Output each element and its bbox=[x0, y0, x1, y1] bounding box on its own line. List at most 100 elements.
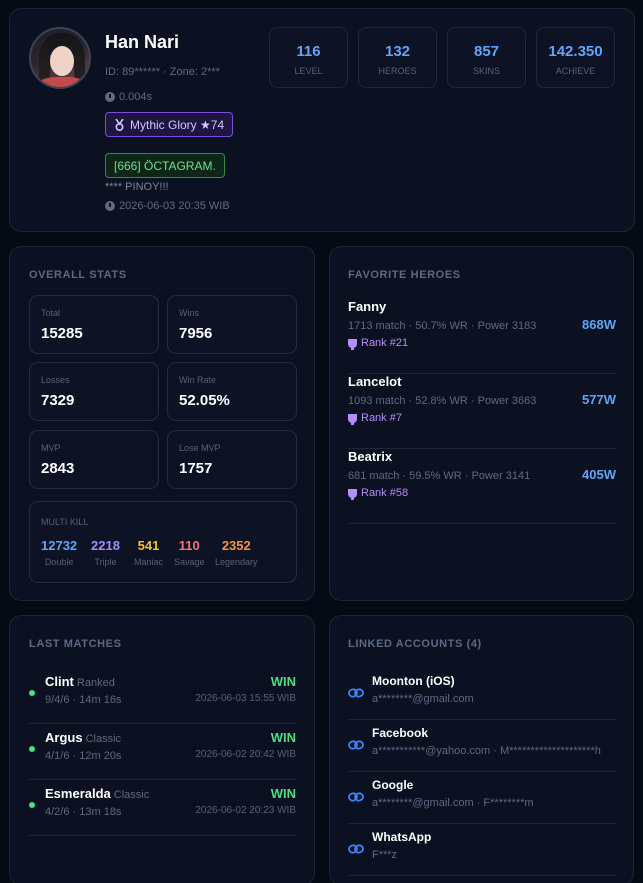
section-title: OVERALL STATS bbox=[29, 269, 127, 281]
hero-power: 405W bbox=[582, 467, 616, 482]
match-kda: 4/2/6 · 13m 18s bbox=[45, 806, 122, 818]
match-kda: 9/4/6 · 14m 16s bbox=[45, 694, 122, 706]
multi-kill-label: Double bbox=[44, 557, 74, 567]
hero-rank-label: Rank #21 bbox=[361, 337, 409, 349]
section-title: LINKED ACCOUNTS (4) bbox=[348, 638, 482, 650]
profile-card: Han Nari ID: 89****** · Zone: 2*** 0.004… bbox=[9, 8, 635, 232]
linked-account-row[interactable]: Moonton (iOS) a********@gmail.com bbox=[348, 668, 616, 720]
hero-row[interactable]: Fanny 1713 match · 50.7% WR · Power 3183… bbox=[348, 299, 616, 374]
linked-account-name: Moonton (iOS) bbox=[372, 674, 455, 688]
rank-badge: Mythic Glory ★74 bbox=[105, 112, 234, 137]
clock-icon bbox=[105, 201, 115, 211]
win-dot-icon bbox=[29, 746, 35, 752]
multi-kill-value: 2218 bbox=[91, 538, 120, 553]
multi-kill-savage: 110 Savage bbox=[174, 538, 205, 567]
linked-account-name: Google bbox=[372, 778, 414, 792]
load-time: 0.004s bbox=[105, 91, 152, 103]
match-hero: Esmeralda Classic bbox=[45, 786, 149, 801]
multi-kill-box: MULTI KILL 12732 Double 2218 Triple 541 … bbox=[29, 501, 297, 583]
hero-row[interactable]: Beatrix 681 match · 59.5% WR · Power 314… bbox=[348, 449, 616, 524]
multi-kill-legendary: 2352 Legendary bbox=[215, 538, 258, 567]
multi-kill-triple: 2218 Triple bbox=[91, 538, 120, 567]
avatar[interactable] bbox=[29, 27, 91, 89]
section-title: LAST MATCHES bbox=[29, 638, 122, 650]
linked-account-row[interactable]: Google a********@gmail.com · F********m bbox=[348, 772, 616, 824]
match-kda: 4/1/6 · 12m 20s bbox=[45, 750, 122, 762]
multi-kill-value: 110 bbox=[178, 538, 200, 553]
updated-time: 2026-06-03 20:35 WIB bbox=[105, 200, 230, 212]
match-hero: Clint Ranked bbox=[45, 674, 115, 689]
stat-box-value: 52.05% bbox=[179, 392, 230, 409]
stat-box-value: 15285 bbox=[41, 325, 83, 342]
match-result: WIN bbox=[270, 730, 296, 745]
multi-kill-label: Triple bbox=[94, 557, 117, 567]
hero-info: 681 match · 59.5% WR · Power 3141 bbox=[348, 470, 531, 482]
stat-value: 132 bbox=[384, 43, 411, 60]
hero-name: Fanny bbox=[348, 299, 387, 314]
win-dot-icon bbox=[29, 690, 35, 696]
stat-label: SKINS bbox=[472, 66, 500, 76]
stat-box-win-rate: Win Rate 52.05% bbox=[167, 362, 297, 421]
match-date: 2026-06-02 20:23 WIB bbox=[195, 805, 296, 816]
stat-box-value: 2843 bbox=[41, 460, 75, 477]
stat-box-label: Total bbox=[41, 308, 61, 318]
stat-box-label: Losses bbox=[41, 375, 70, 385]
match-mode: Classic bbox=[113, 789, 150, 801]
multi-kill-value: 2352 bbox=[221, 538, 251, 553]
medal-icon bbox=[115, 118, 124, 131]
link-icon bbox=[348, 844, 364, 854]
load-time-value: 0.004s bbox=[119, 91, 153, 103]
match-row[interactable]: Esmeralda Classic 4/2/6 · 13m 18s WIN 202… bbox=[28, 780, 296, 836]
hero-power: 868W bbox=[582, 317, 616, 332]
win-dot-icon bbox=[29, 802, 35, 808]
updated-time-value: 2026-06-03 20:35 WIB bbox=[119, 200, 230, 212]
stat-box-mvp: MVP 2843 bbox=[29, 430, 159, 489]
match-date: 2026-06-02 20:42 WIB bbox=[195, 749, 296, 760]
match-result: WIN bbox=[270, 786, 296, 801]
player-bio: **** PINOY!!! bbox=[105, 181, 169, 193]
avatar-face bbox=[50, 46, 74, 76]
stat-box-value: 1757 bbox=[179, 460, 213, 477]
section-title: FAVORITE HEROES bbox=[348, 269, 461, 281]
link-icon bbox=[348, 792, 364, 802]
link-icon bbox=[348, 740, 364, 750]
stat-box-value: 7956 bbox=[179, 325, 213, 342]
match-mode: Ranked bbox=[76, 677, 115, 689]
stat-heroes: 132 HEROES bbox=[358, 27, 437, 88]
trophy-icon bbox=[348, 488, 357, 500]
favorite-heroes-card: FAVORITE HEROES Fanny 1713 match · 50.7%… bbox=[329, 246, 634, 601]
hero-rank: Rank #7 bbox=[348, 412, 402, 425]
linked-account-detail: a********@gmail.com · F********m bbox=[372, 797, 534, 809]
hero-rank-label: Rank #58 bbox=[361, 487, 409, 499]
stat-box-total: Total 15285 bbox=[29, 295, 159, 354]
stat-box-value: 7329 bbox=[41, 392, 75, 409]
linked-account-detail: a***********@yahoo.com · M**************… bbox=[372, 745, 601, 757]
hero-rank: Rank #58 bbox=[348, 487, 409, 500]
hero-row[interactable]: Lancelot 1093 match · 52.8% WR · Power 3… bbox=[348, 374, 616, 449]
multi-kill-label: Maniac bbox=[134, 557, 164, 567]
avatar-shirt bbox=[37, 77, 87, 87]
player-id-zone: ID: 89****** · Zone: 2*** bbox=[105, 66, 220, 78]
linked-account-row[interactable]: Facebook a***********@yahoo.com · M*****… bbox=[348, 720, 616, 772]
hero-rank-label: Rank #7 bbox=[361, 412, 402, 424]
match-hero: Argus Classic bbox=[45, 730, 121, 745]
match-row[interactable]: Clint Ranked 9/4/6 · 14m 16s WIN 2026-06-… bbox=[28, 668, 296, 724]
stat-label: HEROES bbox=[378, 66, 417, 76]
multi-kill-label: Legendary bbox=[215, 557, 258, 567]
linked-account-name: WhatsApp bbox=[372, 830, 432, 844]
stat-box-losses: Losses 7329 bbox=[29, 362, 159, 421]
stat-box-label: Wins bbox=[179, 308, 199, 318]
hero-name: Beatrix bbox=[348, 449, 393, 464]
match-hero-name: Clint bbox=[45, 674, 74, 689]
link-icon bbox=[348, 688, 364, 698]
stat-value: 857 bbox=[473, 43, 500, 60]
stat-value: 116 bbox=[296, 43, 321, 60]
stat-box-label: MVP bbox=[41, 443, 61, 453]
multi-kill-value: 12732 bbox=[41, 538, 78, 553]
match-result: WIN bbox=[270, 674, 296, 689]
linked-account-row[interactable]: WhatsApp F***z bbox=[348, 824, 616, 876]
linked-account-detail: F***z bbox=[372, 849, 398, 861]
match-hero-name: Esmeralda bbox=[45, 786, 111, 801]
match-row[interactable]: Argus Classic 4/1/6 · 12m 20s WIN 2026-06… bbox=[28, 724, 296, 780]
match-date: 2026-06-03 15:55 WIB bbox=[195, 693, 296, 704]
